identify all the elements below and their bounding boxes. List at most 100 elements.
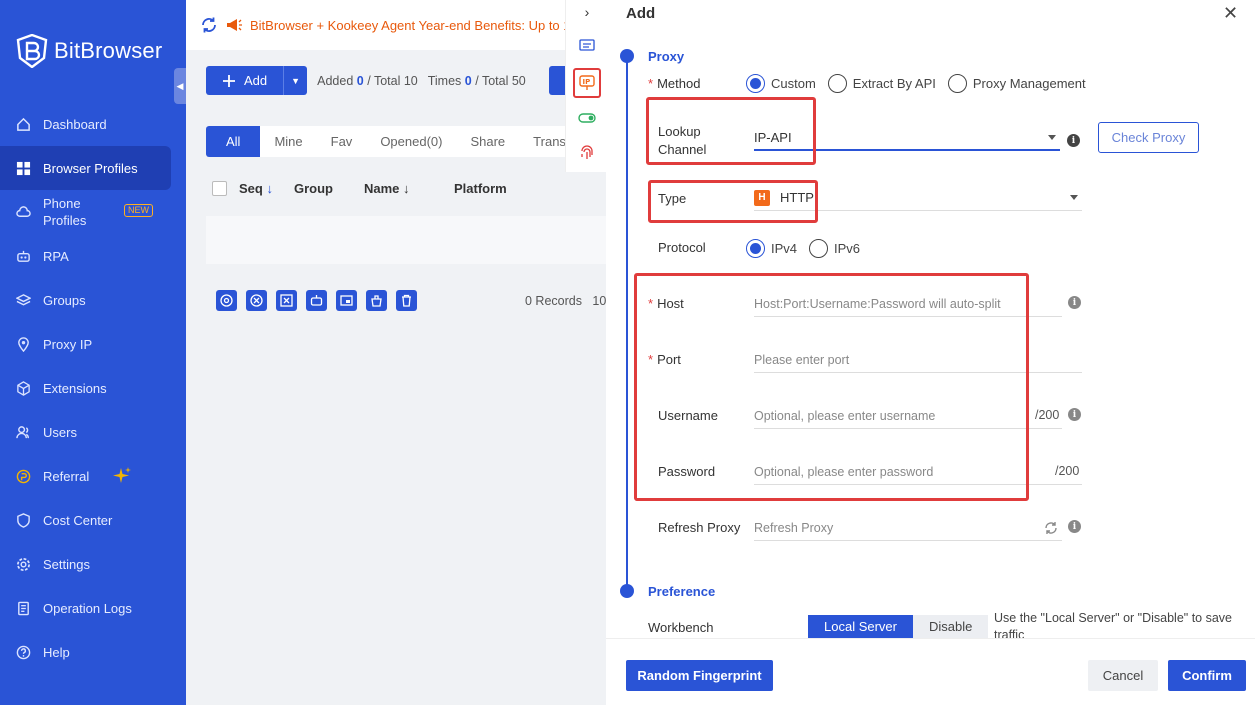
sidebar-item-groups[interactable]: Groups bbox=[0, 278, 186, 322]
section-timeline bbox=[626, 58, 628, 592]
batch-clear-button[interactable] bbox=[276, 290, 297, 311]
batch-clean-button[interactable] bbox=[366, 290, 387, 311]
cube-icon bbox=[17, 380, 30, 396]
sidebar-item-settings[interactable]: Settings bbox=[0, 542, 186, 586]
panel-basic-button[interactable] bbox=[573, 34, 601, 58]
tab-fav[interactable]: Fav bbox=[317, 126, 367, 157]
info-icon[interactable]: i bbox=[1068, 296, 1081, 309]
sidebar-item-users[interactable]: Users bbox=[0, 410, 186, 454]
check-proxy-button[interactable]: Check Proxy bbox=[1098, 122, 1199, 153]
info-icon[interactable]: i bbox=[1068, 520, 1081, 533]
sidebar-item-label: Dashboard bbox=[43, 116, 107, 132]
radio-unselected[interactable] bbox=[809, 239, 829, 258]
highlight-box-type bbox=[648, 180, 818, 223]
random-fingerprint-button[interactable]: Random Fingerprint bbox=[626, 660, 773, 691]
refresh-proxy-placeholder: Refresh Proxy bbox=[754, 520, 834, 535]
panel-proxy-button[interactable]: IP bbox=[573, 68, 601, 98]
radio-selected[interactable] bbox=[746, 74, 765, 93]
radio-unselected[interactable] bbox=[947, 74, 967, 93]
section-proxy-title: Proxy bbox=[648, 49, 685, 64]
sidebar-item-rpa[interactable]: RPA bbox=[0, 234, 186, 278]
robot-icon bbox=[310, 295, 323, 306]
shield-icon bbox=[17, 512, 30, 528]
add-button-main[interactable]: Add bbox=[206, 66, 283, 95]
promo-banner[interactable]: BitBrowser + Kookeey Agent Year-end Bene… bbox=[186, 0, 606, 50]
close-circle-icon bbox=[250, 294, 263, 307]
broom-icon bbox=[371, 295, 382, 307]
sidebar-item-label: Browser Profiles bbox=[43, 160, 138, 176]
sidebar-collapse-handle[interactable]: ◀ bbox=[174, 68, 186, 104]
option-label: Extract By API bbox=[852, 76, 936, 91]
drawer-title: Add bbox=[626, 5, 656, 22]
method-option-custom[interactable]: Custom bbox=[746, 74, 816, 93]
select-all-checkbox[interactable] bbox=[212, 180, 227, 196]
profiles-toolbar: Add ▼ Added 0 / Total 10 Times 0 / Total… bbox=[206, 66, 526, 95]
refresh-proxy-input[interactable]: Refresh Proxy bbox=[754, 515, 1062, 541]
protocol-option-ipv4[interactable]: IPv4 bbox=[746, 239, 797, 258]
method-option-extract-api[interactable]: Extract By API bbox=[827, 74, 936, 93]
chrome-icon bbox=[220, 294, 233, 307]
add-button-label: Add bbox=[244, 73, 268, 88]
caret-down-icon: ▼ bbox=[291, 75, 301, 86]
app-logo[interactable]: BitBrowser bbox=[16, 34, 162, 68]
sidebar-item-operation-logs[interactable]: Operation Logs bbox=[0, 586, 186, 630]
times-count: 0 bbox=[464, 73, 472, 88]
protocol-radio-group: IPv4 IPv6 bbox=[746, 239, 864, 258]
sidebar-item-label: Cost Center bbox=[43, 512, 113, 528]
column-group[interactable]: Group bbox=[294, 181, 364, 196]
sidebar-item-help[interactable]: Help bbox=[0, 630, 186, 674]
radio-unselected[interactable] bbox=[827, 74, 847, 93]
info-icon[interactable]: i bbox=[1067, 134, 1080, 147]
referral-icon bbox=[16, 469, 31, 483]
sidebar-item-browser-profiles[interactable]: Browser Profiles bbox=[0, 146, 171, 190]
added-label: Added bbox=[317, 73, 354, 88]
sidebar-item-label: Proxy IP bbox=[43, 336, 93, 352]
panel-toggle-button[interactable] bbox=[573, 106, 601, 130]
tab-share[interactable]: Share bbox=[456, 126, 519, 157]
batch-open-button[interactable] bbox=[216, 290, 237, 311]
added-count: 0 bbox=[356, 73, 364, 88]
protocol-option-ipv6[interactable]: IPv6 bbox=[809, 239, 860, 258]
help-icon bbox=[16, 645, 31, 659]
home-icon bbox=[17, 117, 30, 131]
add-profile-button[interactable]: Add ▼ bbox=[206, 66, 308, 95]
method-label-text: Method bbox=[657, 76, 701, 91]
workbench-help-text: Use the "Local Server" or "Disable" to s… bbox=[994, 611, 1232, 638]
batch-window-button[interactable] bbox=[336, 290, 357, 311]
batch-rpa-button[interactable] bbox=[306, 290, 327, 311]
sidebar-item-proxy-ip[interactable]: Proxy IP bbox=[0, 322, 186, 366]
panel-fingerprint-button[interactable] bbox=[573, 141, 601, 165]
column-seq[interactable]: Seq ↓ bbox=[239, 181, 294, 196]
tab-all[interactable]: All bbox=[206, 126, 261, 157]
refresh-icon[interactable] bbox=[1044, 521, 1058, 535]
cancel-button[interactable]: Cancel bbox=[1088, 660, 1158, 691]
sidebar-item-extensions[interactable]: Extensions bbox=[0, 366, 186, 410]
sidebar-item-referral[interactable]: Referral bbox=[0, 454, 186, 498]
timeline-dot-preference bbox=[620, 584, 634, 598]
workbench-option-local-server[interactable]: Local Server bbox=[808, 615, 913, 639]
workbench-option-disable[interactable]: Disable bbox=[912, 615, 989, 639]
sidebar-item-phone-profiles[interactable]: Phone Profiles NEW bbox=[0, 190, 186, 234]
column-name-label: Name bbox=[364, 180, 400, 196]
sidebar-item-cost-center[interactable]: Cost Center bbox=[0, 498, 186, 542]
close-icon[interactable]: ✕ bbox=[1223, 3, 1238, 24]
info-icon[interactable]: i bbox=[1068, 408, 1081, 421]
add-profile-drawer: Add ✕ Proxy * Method Custom Extract By AP… bbox=[606, 0, 1255, 705]
refresh-icon[interactable] bbox=[200, 16, 218, 34]
batch-delete-button[interactable] bbox=[396, 290, 417, 311]
sort-down-icon: ↓ bbox=[266, 180, 273, 196]
svg-text:IP: IP bbox=[583, 78, 591, 86]
tab-mine[interactable]: Mine bbox=[260, 126, 316, 157]
method-option-proxy-management[interactable]: Proxy Management bbox=[947, 74, 1086, 93]
add-dropdown-toggle[interactable]: ▼ bbox=[283, 66, 307, 95]
panel-collapse-button[interactable]: › bbox=[573, 0, 601, 24]
times-stat: Times 0 / Total 50 bbox=[428, 74, 526, 88]
confirm-button[interactable]: Confirm bbox=[1168, 660, 1246, 691]
sidebar-item-dashboard[interactable]: Dashboard bbox=[0, 102, 186, 146]
batch-close-button[interactable] bbox=[246, 290, 267, 311]
chevron-right-icon: › bbox=[584, 4, 590, 20]
tab-opened[interactable]: Opened(0) bbox=[366, 126, 456, 157]
radio-selected[interactable] bbox=[746, 239, 765, 258]
column-platform[interactable]: Platform bbox=[454, 181, 507, 196]
column-name[interactable]: Name ↓ bbox=[364, 181, 454, 196]
